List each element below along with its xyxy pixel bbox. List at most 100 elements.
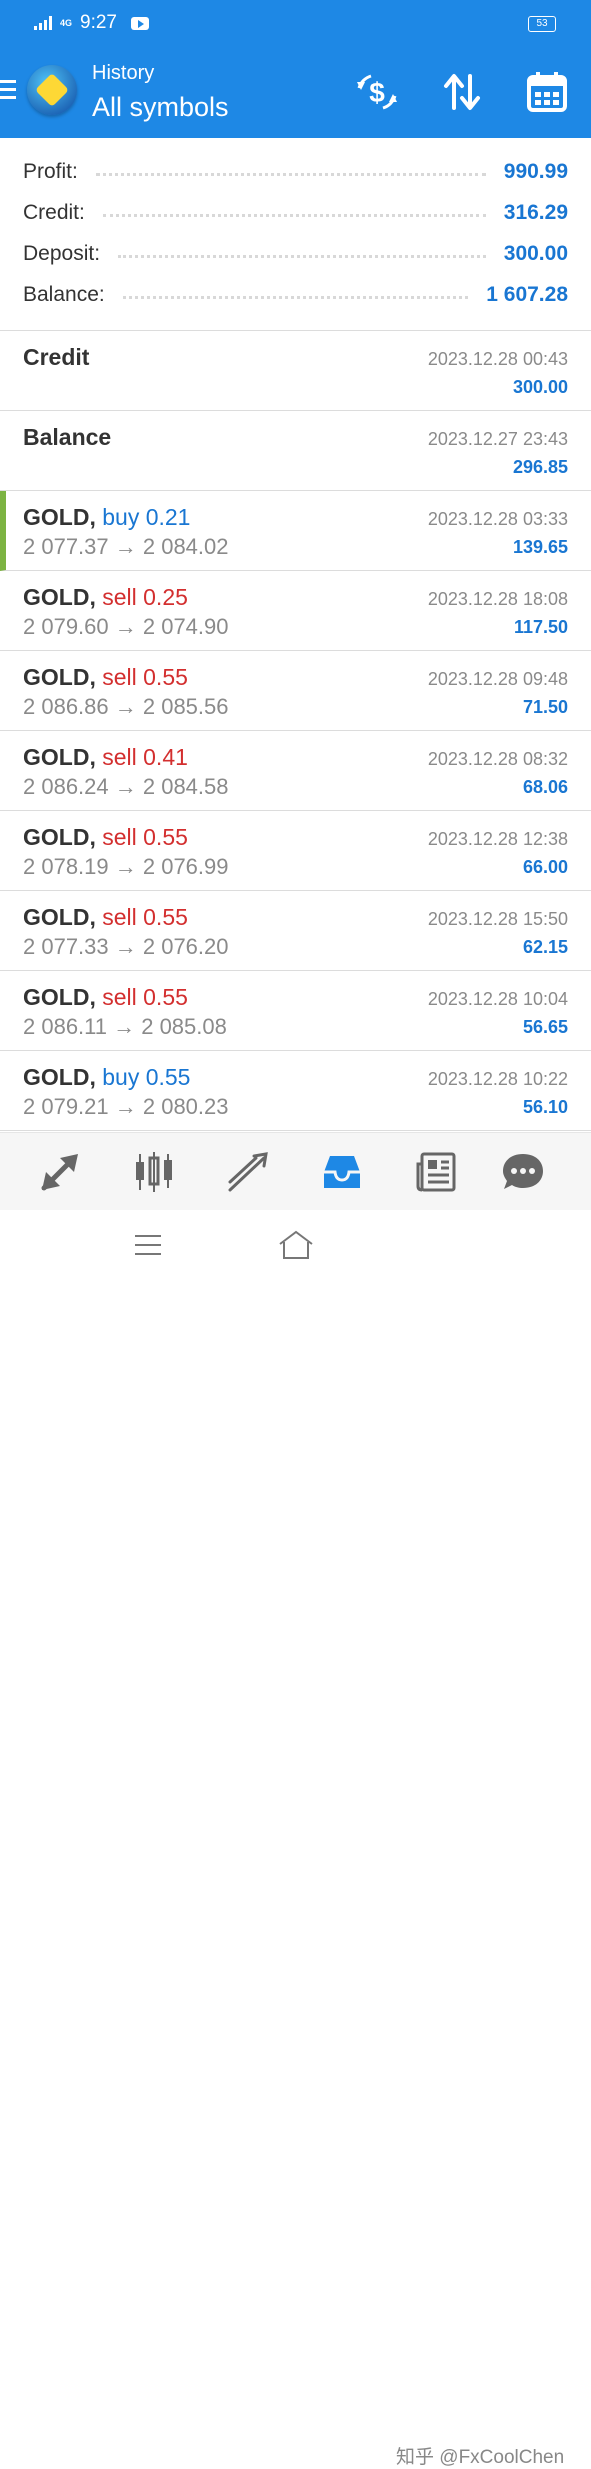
trade-symbol: GOLD, (23, 504, 96, 530)
balance-label: Balance: (23, 282, 105, 306)
status-time: 9:27 (80, 12, 117, 33)
profit-value: 990.99 (503, 159, 568, 183)
status-left: 4G 9:27 (34, 12, 149, 34)
trade-side: sell 0.55 (102, 904, 188, 930)
trade-time: 2023.12.28 12:38 (427, 829, 568, 849)
trade-symbol: GOLD, (23, 744, 96, 770)
trade-time: 2023.12.28 10:04 (427, 989, 568, 1009)
operation-label: Credit (23, 344, 90, 370)
operation-amount: 300.00 (512, 377, 568, 397)
dotted-leader (118, 255, 486, 258)
trade-profit: 71.50 (522, 697, 568, 717)
trade-time: 2023.12.28 18:08 (427, 589, 568, 609)
trade-time: 2023.12.28 09:48 (427, 669, 568, 689)
list-item-credit[interactable]: Credit 2023.12.28 00:43 300.00 (0, 331, 591, 411)
trade-row[interactable]: GOLD, sell 0.55 2 078.19 → 2 076.99 2023… (0, 811, 591, 891)
trade-symbol: GOLD, (23, 984, 96, 1010)
menu-icon[interactable] (0, 80, 18, 102)
sort-icon[interactable] (440, 70, 484, 114)
chat-icon[interactable] (501, 1150, 545, 1194)
watermark: 知乎 @FxCoolChen (396, 2447, 565, 2468)
metatrader-logo (27, 65, 77, 115)
trade-row[interactable]: GOLD, sell 0.55 2 077.33 → 2 076.20 2023… (0, 891, 591, 971)
recents-icon[interactable] (133, 1230, 163, 1260)
bottom-navigation (0, 1132, 591, 1211)
trade-row[interactable]: GOLD, sell 0.25 2 079.60 → 2 074.90 2023… (0, 571, 591, 651)
trade-time: 2023.12.28 08:32 (427, 749, 568, 769)
trade-symbol: GOLD, (23, 824, 96, 850)
balance-value: 1 607.28 (486, 282, 568, 306)
dotted-leader (102, 214, 486, 217)
dotted-leader (122, 296, 469, 299)
trade-prices: 2 079.60 → 2 074.90 (23, 614, 229, 639)
trade-icon[interactable] (226, 1150, 270, 1194)
trade-row[interactable]: GOLD, buy 0.55 2 079.21 → 2 080.23 2023.… (0, 1051, 591, 1131)
trade-profit: 56.65 (522, 1017, 568, 1037)
credit-label: Credit: (23, 200, 85, 224)
dotted-leader (95, 173, 486, 176)
trade-title: GOLD, buy 0.21 (23, 504, 190, 531)
deposit-label: Deposit: (23, 241, 101, 265)
network-type: 4G (60, 17, 73, 28)
operation-time: 2023.12.27 23:43 (427, 429, 568, 449)
credit-value: 316.29 (503, 200, 568, 224)
trade-prices: 2 086.86 → 2 085.56 (23, 694, 229, 719)
trade-title: GOLD, sell 0.55 (23, 904, 188, 931)
trade-side: sell 0.25 (102, 584, 188, 610)
operation-label: Balance (23, 424, 112, 450)
svg-text:$: $ (369, 77, 385, 108)
history-list: Credit 2023.12.28 00:43 300.00 Balance 2… (0, 331, 591, 1131)
trade-side: sell 0.55 (102, 664, 188, 690)
trade-side: sell 0.41 (102, 744, 188, 770)
trade-title: GOLD, sell 0.25 (23, 584, 188, 611)
trade-title: GOLD, sell 0.55 (23, 984, 188, 1011)
trade-prices: 2 086.24 → 2 084.58 (23, 774, 229, 799)
home-icon[interactable] (276, 1228, 316, 1262)
summary-row-credit: Credit: 316.29 (23, 192, 568, 233)
trade-row[interactable]: GOLD, sell 0.41 2 086.24 → 2 084.58 2023… (0, 731, 591, 811)
list-item-balance[interactable]: Balance 2023.12.27 23:43 296.85 (0, 411, 591, 491)
summary-row-balance: Balance: 1 607.28 (23, 274, 568, 315)
signal-icon (34, 16, 52, 30)
trade-time: 2023.12.28 15:50 (427, 909, 568, 929)
trade-profit: 139.65 (512, 537, 568, 557)
trade-profit: 66.00 (522, 857, 568, 877)
trade-title: GOLD, sell 0.55 (23, 824, 188, 851)
trade-side: sell 0.55 (102, 984, 188, 1010)
trade-time: 2023.12.28 03:33 (427, 509, 568, 529)
battery-indicator: 53 (528, 16, 556, 32)
chart-icon[interactable] (132, 1150, 176, 1194)
operation-time: 2023.12.28 00:43 (427, 349, 568, 369)
history-icon[interactable] (320, 1150, 364, 1194)
trade-prices: 2 078.19 → 2 076.99 (23, 854, 229, 879)
trade-row[interactable]: GOLD, sell 0.55 2 086.11 → 2 085.08 2023… (0, 971, 591, 1051)
trade-title: GOLD, sell 0.41 (23, 744, 188, 771)
account-summary: Profit: 990.99 Credit: 316.29 Deposit: 3… (0, 138, 591, 331)
trade-symbol: GOLD, (23, 1064, 96, 1090)
currency-exchange-icon[interactable]: $ (355, 70, 399, 114)
trade-title: GOLD, buy 0.55 (23, 1064, 190, 1091)
trade-time: 2023.12.28 10:22 (427, 1069, 568, 1089)
trade-profit: 56.10 (522, 1097, 568, 1117)
trade-prices: 2 077.33 → 2 076.20 (23, 934, 229, 959)
profit-label: Profit: (23, 159, 78, 183)
trade-side: sell 0.55 (102, 824, 188, 850)
trade-prices: 2 077.37 → 2 084.02 (23, 534, 229, 559)
header-title[interactable]: All symbols (92, 92, 229, 123)
trade-prices: 2 086.11 → 2 085.08 (23, 1014, 227, 1039)
youtube-icon (131, 16, 149, 30)
header-subtitle: History (92, 62, 155, 84)
trade-row[interactable]: GOLD, sell 0.55 2 086.86 → 2 085.56 2023… (0, 651, 591, 731)
trade-profit: 117.50 (513, 617, 568, 637)
operation-amount: 296.85 (512, 457, 568, 477)
trade-prices: 2 079.21 → 2 080.23 (23, 1094, 229, 1119)
summary-row-profit: Profit: 990.99 (23, 151, 568, 192)
trade-profit: 62.15 (522, 937, 568, 957)
trade-row[interactable]: GOLD, buy 0.21 2 077.37 → 2 084.02 2023.… (0, 491, 591, 571)
calendar-icon[interactable] (525, 70, 569, 114)
status-bar: 4G 9:27 53 (0, 0, 591, 48)
trade-side: buy 0.21 (102, 504, 191, 530)
quotes-icon[interactable] (38, 1150, 82, 1194)
news-icon[interactable] (414, 1150, 458, 1194)
trade-symbol: GOLD, (23, 664, 96, 690)
